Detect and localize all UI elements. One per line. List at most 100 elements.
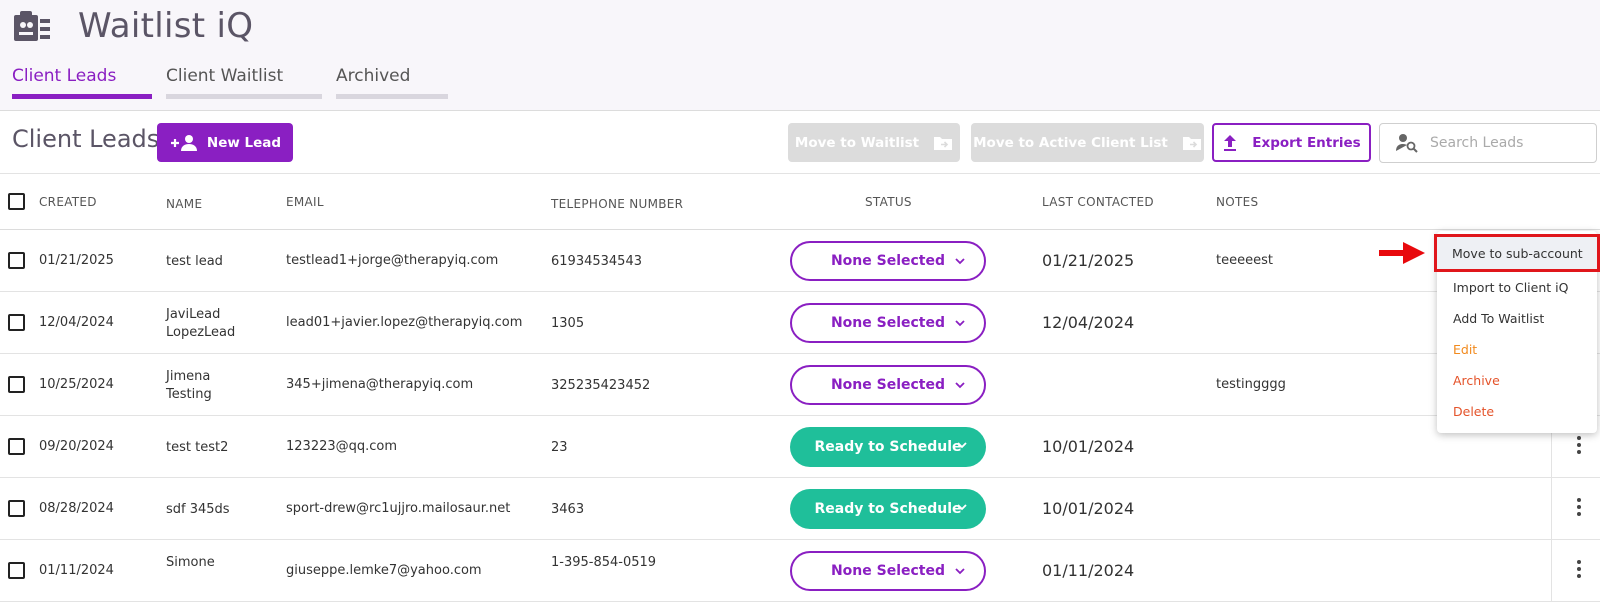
actions-column-divider	[1551, 540, 1552, 602]
export-entries-button[interactable]: Export Entries	[1212, 123, 1371, 162]
chevron-down-icon	[955, 382, 965, 389]
new-lead-label: New Lead	[206, 134, 282, 151]
lead-name: Jimena Testing	[166, 368, 212, 404]
lead-email: 345+jimena@therapyiq.com	[286, 377, 474, 392]
menu-item-move-to-sub-account[interactable]: Move to sub-account	[1434, 234, 1600, 272]
clipboard-list-icon	[14, 11, 50, 41]
lead-email: sport-drew@rc1ujjro.mailosaur.net	[286, 501, 511, 516]
created-date: 09/20/2024	[39, 439, 114, 454]
lead-name-line1: Simone	[166, 555, 215, 570]
move-to-waitlist-label: Move to Waitlist	[794, 134, 920, 151]
search-user-icon	[1396, 134, 1418, 153]
lead-name-line1: sdf 345ds	[166, 502, 230, 517]
status-label: None Selected	[830, 315, 946, 331]
actions-column-divider	[1551, 478, 1552, 540]
lead-name-line1: test lead	[166, 254, 223, 269]
status-dropdown[interactable]: Ready to Schedule	[790, 427, 986, 467]
export-entries-label: Export Entries	[1252, 134, 1361, 151]
lead-name: test test2	[166, 439, 228, 457]
add-user-icon	[170, 134, 197, 151]
folder-move-icon	[934, 136, 953, 150]
lead-email: 123223@qq.com	[286, 439, 398, 454]
move-to-active-client-list-button[interactable]: Move to Active Client List	[971, 123, 1204, 162]
more-actions-icon[interactable]	[1577, 436, 1583, 457]
search-input[interactable]	[1430, 135, 1580, 151]
status-dropdown[interactable]: None Selected	[790, 303, 986, 343]
chevron-down-icon	[957, 442, 967, 449]
menu-item-add-to-waitlist[interactable]: Add To Waitlist	[1437, 303, 1597, 334]
tab-bar: Client Leads Client Waitlist Archived	[12, 66, 462, 99]
lead-email: giuseppe.lemke7@yahoo.com	[286, 563, 482, 578]
last-contacted: 10/01/2024	[1042, 437, 1135, 456]
table-row[interactable]: 10/25/2024 Jimena Testing 345+jimena@the…	[0, 354, 1600, 416]
lead-email: lead01+javier.lopez@therapyiq.com	[286, 315, 523, 330]
row-checkbox[interactable]	[8, 376, 25, 393]
chevron-down-icon	[955, 258, 965, 265]
column-notes[interactable]: NOTES	[1216, 195, 1258, 209]
last-contacted: 01/11/2024	[1042, 561, 1135, 580]
lead-name-line1: test test2	[166, 440, 229, 455]
menu-item-archive[interactable]: Archive	[1437, 365, 1597, 396]
status-label: None Selected	[830, 563, 946, 579]
row-checkbox[interactable]	[8, 252, 25, 269]
lead-name-line2: LopezLead	[166, 325, 236, 340]
status-dropdown[interactable]: None Selected	[790, 551, 986, 591]
table-row[interactable]: 01/21/2025 test lead testlead1+jorge@the…	[0, 230, 1600, 292]
status-dropdown[interactable]: Ready to Schedule	[790, 489, 986, 529]
column-last-contacted[interactable]: LAST CONTACTED	[1042, 195, 1154, 209]
row-checkbox[interactable]	[8, 438, 25, 455]
tab-client-leads[interactable]: Client Leads	[12, 66, 152, 99]
lead-name-line1: Jimena	[166, 369, 211, 384]
row-checkbox[interactable]	[8, 500, 25, 517]
leads-table: CREATED NAME EMAIL TELEPHONE NUMBER STAT…	[0, 175, 1600, 602]
lead-email: testlead1+jorge@therapyiq.com	[286, 253, 499, 268]
menu-item-import-to-client-iq[interactable]: Import to Client iQ	[1437, 272, 1597, 303]
lead-telephone: 325235423452	[551, 378, 651, 393]
move-to-active-label: Move to Active Client List	[973, 134, 1168, 151]
column-telephone[interactable]: TELEPHONE NUMBER	[551, 195, 683, 213]
column-email[interactable]: EMAIL	[286, 195, 324, 209]
page-title: Client Leads	[12, 125, 160, 153]
lead-name: Simone	[166, 554, 215, 572]
lead-notes: teeeeest	[1216, 253, 1273, 268]
column-name[interactable]: NAME	[166, 195, 202, 213]
created-date: 01/11/2024	[39, 563, 114, 578]
menu-item-edit[interactable]: Edit	[1437, 334, 1597, 365]
column-created[interactable]: CREATED	[39, 195, 97, 209]
table-row[interactable]: 08/28/2024 sdf 345ds sport-drew@rc1ujjro…	[0, 478, 1600, 540]
tab-client-waitlist[interactable]: Client Waitlist	[166, 66, 322, 99]
status-label: Ready to Schedule	[814, 501, 962, 517]
table-row[interactable]: 09/20/2024 test test2 123223@qq.com 23 R…	[0, 416, 1600, 478]
lead-name: JaviLead LopezLead	[166, 306, 235, 342]
last-contacted: 12/04/2024	[1042, 313, 1135, 332]
table-row[interactable]: 12/04/2024 JaviLead LopezLead lead01+jav…	[0, 292, 1600, 354]
status-dropdown[interactable]: None Selected	[790, 365, 986, 405]
column-status[interactable]: STATUS	[865, 195, 912, 209]
lead-notes: testingggg	[1216, 377, 1286, 392]
lead-telephone: 23	[551, 440, 568, 455]
select-all-checkbox[interactable]	[8, 193, 25, 210]
row-checkbox[interactable]	[8, 314, 25, 331]
more-actions-icon[interactable]	[1577, 498, 1583, 519]
status-label: None Selected	[830, 377, 946, 393]
last-contacted: 01/21/2025	[1042, 251, 1135, 270]
status-dropdown[interactable]: None Selected	[790, 241, 986, 281]
menu-item-delete[interactable]: Delete	[1437, 396, 1597, 427]
chevron-down-icon	[955, 320, 965, 327]
lead-name: sdf 345ds	[166, 501, 230, 519]
lead-name-line1: JaviLead	[166, 307, 221, 322]
tab-archived[interactable]: Archived	[336, 66, 448, 99]
move-to-waitlist-button[interactable]: Move to Waitlist	[788, 123, 960, 162]
table-row[interactable]: 01/11/2024 Simone giuseppe.lemke7@yahoo.…	[0, 540, 1600, 602]
brand: Waitlist iQ	[12, 6, 253, 46]
created-date: 10/25/2024	[39, 377, 114, 392]
folder-move-icon	[1182, 136, 1201, 150]
row-checkbox[interactable]	[8, 562, 25, 579]
more-actions-icon[interactable]	[1577, 560, 1583, 581]
row-actions-menu: Move to sub-account Import to Client iQ Ad…	[1434, 231, 1600, 433]
created-date: 08/28/2024	[39, 501, 114, 516]
app-title: Waitlist iQ	[78, 6, 254, 46]
pointer-arrow-icon	[1379, 242, 1425, 264]
new-lead-button[interactable]: New Lead	[157, 123, 293, 162]
search-box[interactable]	[1379, 123, 1597, 163]
